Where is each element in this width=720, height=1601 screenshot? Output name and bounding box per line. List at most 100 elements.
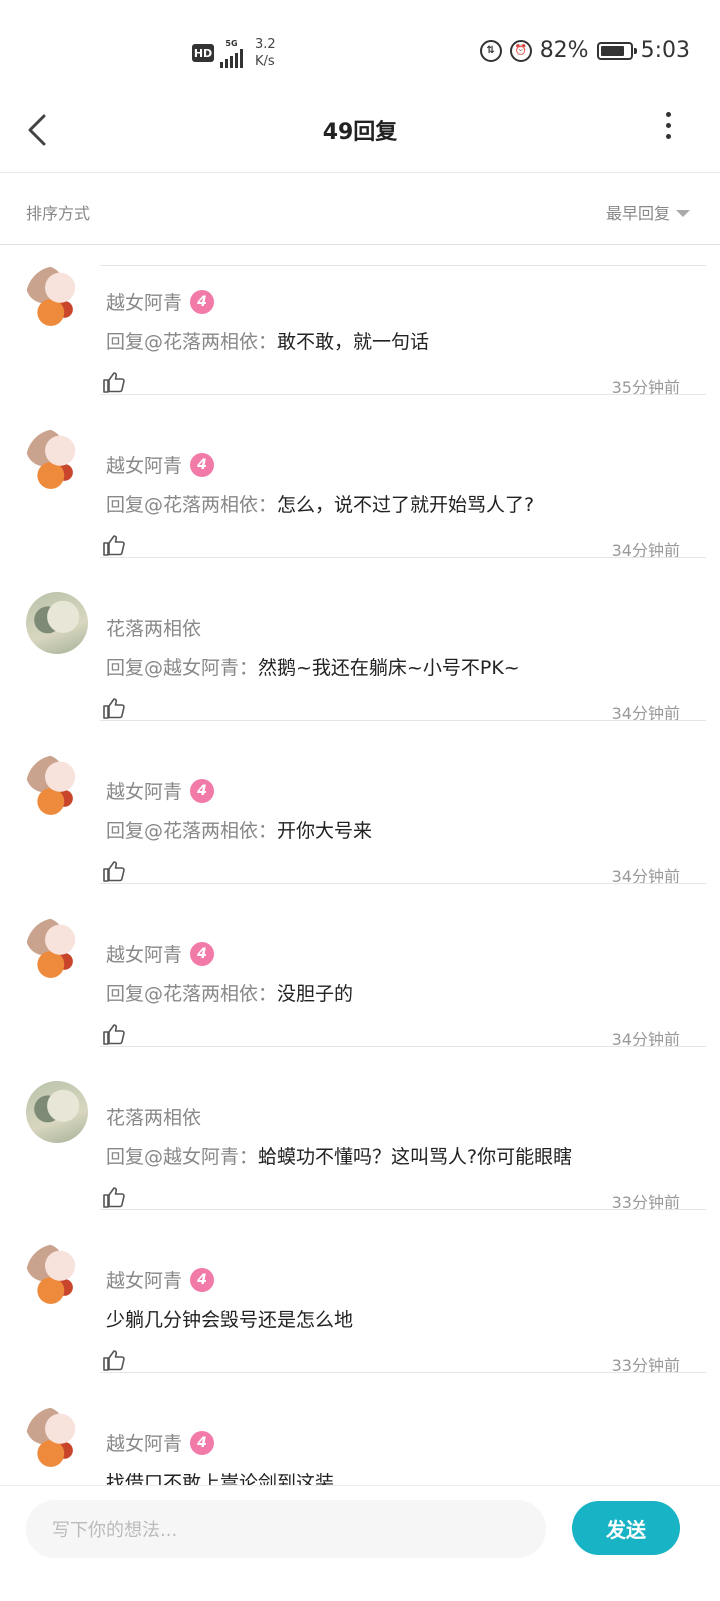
reply-input[interactable]: 写下你的想法... [26,1500,546,1558]
send-button[interactable]: 发送 [572,1501,680,1555]
reply-item[interactable]: 越女阿青 4 回复@花落两相依：没胆子的 34分钟前 [0,884,720,1049]
thumbs-up-icon [103,698,125,719]
clock: 5:03 [640,38,690,63]
caret-down-icon [676,209,690,217]
reply-content: 回复@越女阿青：然鹅~我还在躺床~小号不PK~ [106,653,520,680]
avatar[interactable] [26,755,88,817]
status-bar: HD 5G 3.2 K/s ⇅ ⏰ 82% 5:03 [0,0,720,90]
like-button[interactable] [102,371,126,393]
page-title: 49回复 [322,120,398,145]
status-right: ⇅ ⏰ 82% 5:03 [479,38,690,63]
reply-mention[interactable]: 回复@花落两相依： [106,331,277,353]
reply-item[interactable]: 越女阿青 4 回复@花落两相依：开你大号来 34分钟前 [0,721,720,886]
username-row: 越女阿青 4 [106,451,215,478]
thumbs-up-icon [103,1350,125,1371]
speed-value: 3.2 [255,37,276,52]
reply-mention[interactable]: 回复@花落两相依： [106,494,277,516]
avatar[interactable] [26,429,88,491]
like-button[interactable] [102,1186,126,1208]
reply-content: 回复@花落两相依：没胆子的 [106,979,353,1006]
username[interactable]: 越女阿青 [106,288,182,315]
avatar[interactable] [26,1407,88,1469]
reply-content: 回复@越女阿青：蛤蟆功不懂吗？这叫骂人?你可能眼瞎 [106,1142,572,1169]
sort-value: 最早回复 [605,204,670,223]
username[interactable]: 越女阿青 [106,451,182,478]
reply-content: 少躺几分钟会毁号还是怎么地 [106,1305,353,1332]
network-type: 5G [225,38,238,48]
reply-item[interactable]: 越女阿青 4 回复@花落两相依：敢不敢，就一句话 35分钟前 [0,245,720,397]
speed-unit: K/s [255,54,275,69]
avatar[interactable] [26,266,88,328]
level-badge: 4 [190,452,215,477]
reply-text: 敢不敢，就一句话 [277,331,430,353]
network-speed: 3.2 K/s [255,36,276,70]
reply-text: 怎么，说不过了就开始骂人了? [277,494,535,516]
thumbs-up-icon [103,1187,125,1208]
reply-text: 蛤蟆功不懂吗？这叫骂人?你可能眼瞎 [258,1146,573,1168]
sort-bar: 排序方式 最早回复 [0,174,720,245]
data-saver-icon: ⇅ [479,39,502,62]
alarm-icon: ⏰ [509,39,532,62]
level-badge: 4 [190,1430,215,1455]
username[interactable]: 越女阿青 [106,777,182,804]
username[interactable]: 花落两相依 [106,614,201,641]
reply-item[interactable]: 花落两相依 回复@越女阿青：蛤蟆功不懂吗？这叫骂人?你可能眼瞎 33分钟前 [0,1047,720,1212]
reply-mention[interactable]: 回复@花落两相依： [106,983,277,1005]
username[interactable]: 越女阿青 [106,1266,182,1293]
username-row: 花落两相依 [106,614,201,641]
battery-icon [596,41,637,60]
level-badge: 4 [190,778,215,803]
username[interactable]: 越女阿青 [106,940,182,967]
username[interactable]: 花落两相依 [106,1103,201,1130]
level-badge: 4 [190,941,215,966]
more-vertical-icon [665,112,671,117]
reply-text: 开你大号来 [277,820,373,842]
thumbs-up-icon [103,535,125,556]
username-row: 花落两相依 [106,1103,201,1130]
like-button[interactable] [102,1023,126,1045]
reply-text: 没胆子的 [277,983,354,1005]
hd-icon: HD [192,44,214,62]
thumbs-up-icon [103,861,125,882]
reply-text: 然鹅~我还在躺床~小号不PK~ [258,657,520,679]
username-row: 越女阿青 4 [106,940,215,967]
reply-list[interactable]: 越女阿青 4 回复@花落两相依：敢不敢，就一句话 35分钟前 越女阿青 4 回复@花落两相依… [0,245,720,1485]
reply-text: 少躺几分钟会毁号还是怎么地 [106,1309,354,1331]
like-button[interactable] [102,534,126,556]
reply-mention[interactable]: 回复@花落两相依： [106,820,277,842]
header: 49回复 [0,90,720,173]
reply-content: 回复@花落两相依：开你大号来 [106,816,372,843]
reply-item[interactable]: 越女阿青 4 找借口不敢上嵩论剑到这装 [0,1373,720,1485]
sort-dropdown[interactable]: 最早回复 [606,200,690,224]
thumbs-up-icon [103,372,125,393]
username-row: 越女阿青 4 [106,777,215,804]
reply-mention[interactable]: 回复@越女阿青： [106,657,258,679]
reply-content: 找借口不敢上嵩论剑到这装 [106,1468,334,1485]
reply-content: 回复@花落两相依：敢不敢，就一句话 [106,327,429,354]
like-button[interactable] [102,860,126,882]
signal-icon: 5G [220,39,243,68]
more-button[interactable] [664,112,672,139]
battery-percent: 82% [539,38,589,63]
avatar[interactable] [26,1244,88,1306]
reply-item[interactable]: 越女阿青 4 少躺几分钟会毁号还是怎么地 33分钟前 [0,1210,720,1375]
level-badge: 4 [190,1267,215,1292]
username-row: 越女阿青 4 [106,1429,215,1456]
status-left: HD 5G 3.2 K/s [192,36,276,70]
username[interactable]: 越女阿青 [106,1429,182,1456]
avatar[interactable] [26,918,88,980]
reply-content: 回复@花落两相依：怎么，说不过了就开始骂人了? [106,490,534,517]
reply-item[interactable]: 越女阿青 4 回复@花落两相依：怎么，说不过了就开始骂人了? 34分钟前 [0,395,720,560]
like-button[interactable] [102,1349,126,1371]
reply-mention[interactable]: 回复@越女阿青： [106,1146,258,1168]
avatar[interactable] [26,1081,88,1143]
username-row: 越女阿青 4 [106,1266,215,1293]
like-button[interactable] [102,697,126,719]
reply-input-bar: 写下你的想法... 发送 [0,1485,720,1601]
thumbs-up-icon [103,1024,125,1045]
reply-text: 找借口不敢上嵩论剑到这装 [106,1472,335,1485]
level-badge: 4 [190,289,215,314]
sort-label: 排序方式 [26,204,91,223]
reply-item[interactable]: 花落两相依 回复@越女阿青：然鹅~我还在躺床~小号不PK~ 34分钟前 [0,558,720,723]
avatar[interactable] [26,592,88,654]
